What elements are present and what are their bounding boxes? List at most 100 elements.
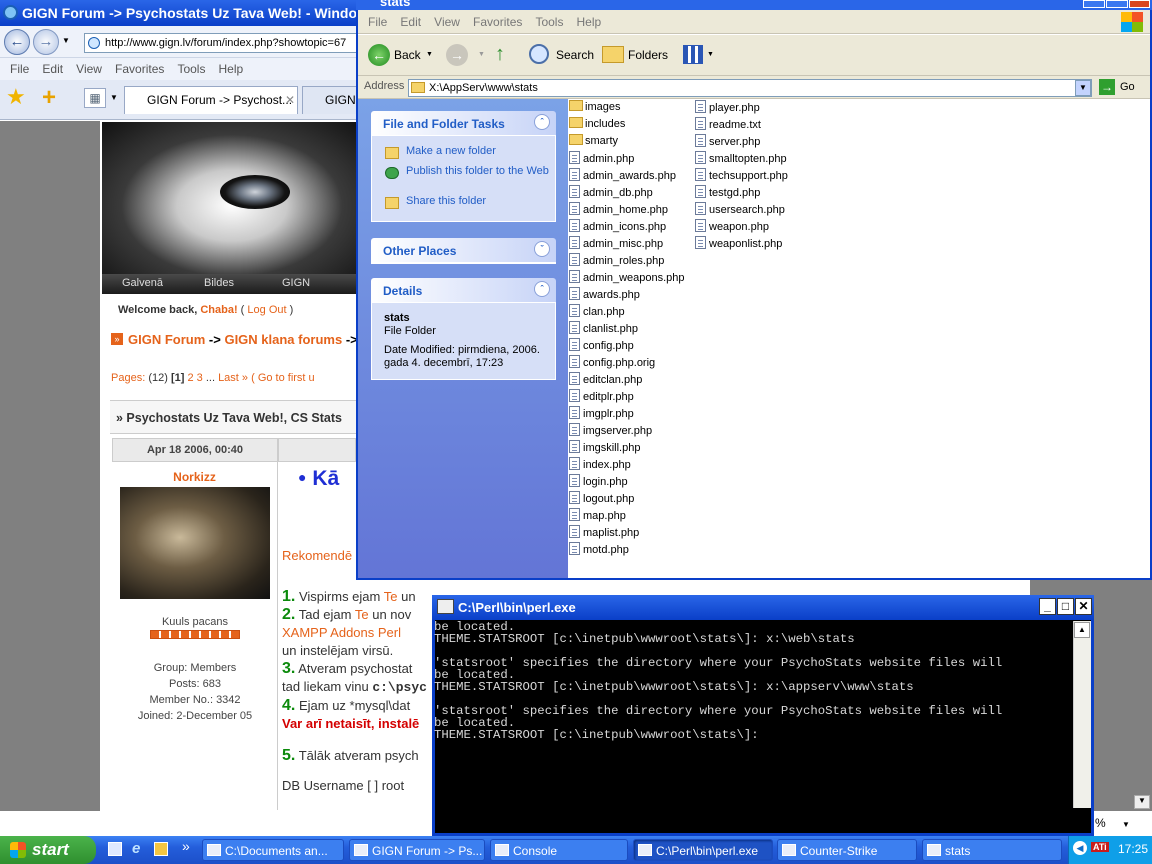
file-item[interactable]: admin_db.php [569,185,653,199]
console-scrollbar[interactable] [1073,621,1091,808]
taskbar-item-perl[interactable]: C:\Perl\bin\perl.exe [633,839,773,861]
console-minimize-button[interactable]: _ [1039,598,1056,615]
explorer-menu-view[interactable]: View [434,15,460,29]
up-folder-icon[interactable]: ↑ [495,43,517,67]
file-item[interactable]: login.php [569,474,628,488]
file-item[interactable]: player.php [695,100,760,114]
folders-button[interactable]: Folders [628,48,668,62]
file-item[interactable]: admin_roles.php [569,253,664,267]
page-2-link[interactable]: 2 [187,372,193,384]
tray-ati-icon[interactable]: ATi [1091,842,1109,852]
address-dropdown-icon[interactable]: ▼ [1075,80,1091,96]
file-item[interactable]: clanlist.php [569,321,638,335]
forward-dropdown-icon[interactable]: ▼ [478,51,485,58]
explorer-close-button[interactable] [1129,0,1150,8]
back-dropdown-icon[interactable]: ▼ [426,51,433,58]
details-header[interactable]: Details ˆ [371,278,556,302]
goto-first-unread-link[interactable]: ( Go to first u [251,372,315,384]
clock[interactable]: 17:25 [1118,842,1148,856]
page-3-link[interactable]: 3 [197,372,203,384]
page-scroll-down-icon[interactable]: ▼ [1134,795,1150,809]
file-item[interactable]: testgd.php [695,185,760,199]
publish-folder-link[interactable]: Publish this folder to the Web [406,165,551,178]
taskbar-item-gign-forum[interactable]: GIGN Forum -> Ps... [349,839,485,861]
file-item[interactable]: techsupport.php [695,168,788,182]
make-new-folder-link[interactable]: Make a new folder [406,145,496,157]
quicklaunch-desktop-icon[interactable] [108,842,122,856]
favorites-star-icon[interactable]: ★ [6,84,26,110]
ie-back-button[interactable]: ← [4,29,30,55]
xampp-addons-link[interactable]: XAMPP Addons Perl [282,624,427,642]
step-1-link[interactable]: Te [384,589,398,604]
ie-address-bar[interactable]: http://www.gign.lv/forum/index.php?showt… [84,33,359,53]
console-maximize-button[interactable]: □ [1057,598,1074,615]
folder-item[interactable]: images [569,100,620,113]
go-arrow-icon[interactable]: → [1099,79,1115,95]
file-item[interactable]: admin_icons.php [569,219,666,233]
quick-tabs-icon[interactable]: ▦ [84,88,106,108]
file-item[interactable]: index.php [569,457,631,471]
folder-item[interactable]: includes [569,117,625,130]
logout-link[interactable]: Log Out [247,304,286,316]
file-item[interactable]: admin_home.php [569,202,668,216]
explorer-minimize-button[interactable] [1083,0,1105,8]
tab-list-dropdown-icon[interactable]: ▼ [110,93,118,102]
back-button[interactable]: Back [394,48,421,62]
views-dropdown-icon[interactable]: ▼ [707,51,714,58]
nav-gign[interactable]: GIGN [282,277,310,289]
explorer-menu-file[interactable]: File [368,15,387,29]
file-folder-tasks-header[interactable]: File and Folder Tasks ˆ [371,111,556,135]
file-item[interactable]: clan.php [569,304,625,318]
explorer-maximize-button[interactable] [1106,0,1128,8]
go-button[interactable]: Go [1120,81,1135,93]
file-item[interactable]: admin_weapons.php [569,270,685,284]
ie-menu-edit[interactable]: Edit [42,62,63,76]
author-name[interactable]: Norkizz [112,470,277,484]
zoom-dropdown-icon[interactable]: ▼ [1122,820,1130,829]
quicklaunch-chevron-icon[interactable]: » [182,838,190,854]
views-icon[interactable] [683,45,703,64]
file-item[interactable]: editclan.php [569,372,642,386]
nav-bildes[interactable]: Bildes [204,277,234,289]
file-item[interactable]: admin.php [569,151,634,165]
taskbar-item-documents[interactable]: C:\Documents an... [202,839,344,861]
expand-chevron-icon[interactable]: ˇ [534,241,550,257]
file-item[interactable]: logout.php [569,491,634,505]
explorer-menu-help[interactable]: Help [577,15,602,29]
file-item[interactable]: imgplr.php [569,406,634,420]
quicklaunch-ie-icon[interactable]: e [132,840,140,857]
file-item[interactable]: weaponlist.php [695,236,782,250]
folders-icon[interactable] [602,46,624,63]
file-item[interactable]: readme.txt [695,117,761,131]
taskbar-item-stats[interactable]: stats [922,839,1062,861]
tray-expand-icon[interactable]: ◀ [1073,841,1087,855]
folder-item[interactable]: smarty [569,134,618,147]
file-item[interactable]: imgserver.php [569,423,652,437]
file-item[interactable]: awards.php [569,287,640,301]
quicklaunch-app-icon[interactable] [154,842,168,856]
close-tab-icon[interactable]: ✕ [285,93,295,107]
ie-zoom-level[interactable]: % [1095,816,1106,830]
file-item[interactable]: server.php [695,134,760,148]
console-close-button[interactable]: ✕ [1075,598,1092,615]
file-item[interactable]: maplist.php [569,525,639,539]
ie-menu-tools[interactable]: Tools [177,62,205,76]
collapse-chevron-icon[interactable]: ˆ [534,114,550,130]
file-item[interactable]: admin_awards.php [569,168,676,182]
taskbar-item-console[interactable]: Console [490,839,628,861]
ie-menu-view[interactable]: View [76,62,102,76]
breadcrumb-gign-klana[interactable]: GIGN klana forums [224,332,342,347]
console-app-icon[interactable] [437,599,454,614]
share-folder-link[interactable]: Share this folder [406,195,486,207]
taskbar-item-counter-strike[interactable]: Counter-Strike [777,839,917,861]
page-last-link[interactable]: Last » [218,372,248,384]
ie-menu-favorites[interactable]: Favorites [115,62,164,76]
explorer-menu-edit[interactable]: Edit [400,15,421,29]
username-link[interactable]: Chaba! [200,304,237,316]
file-item[interactable]: editplr.php [569,389,634,403]
ie-forward-button[interactable]: → [33,29,59,55]
file-item[interactable]: smalltopten.php [695,151,787,165]
step-2-link[interactable]: Te [355,607,369,622]
nav-galvena[interactable]: Galvenā [122,277,163,289]
breadcrumb-gign-forum[interactable]: GIGN Forum [128,332,205,347]
